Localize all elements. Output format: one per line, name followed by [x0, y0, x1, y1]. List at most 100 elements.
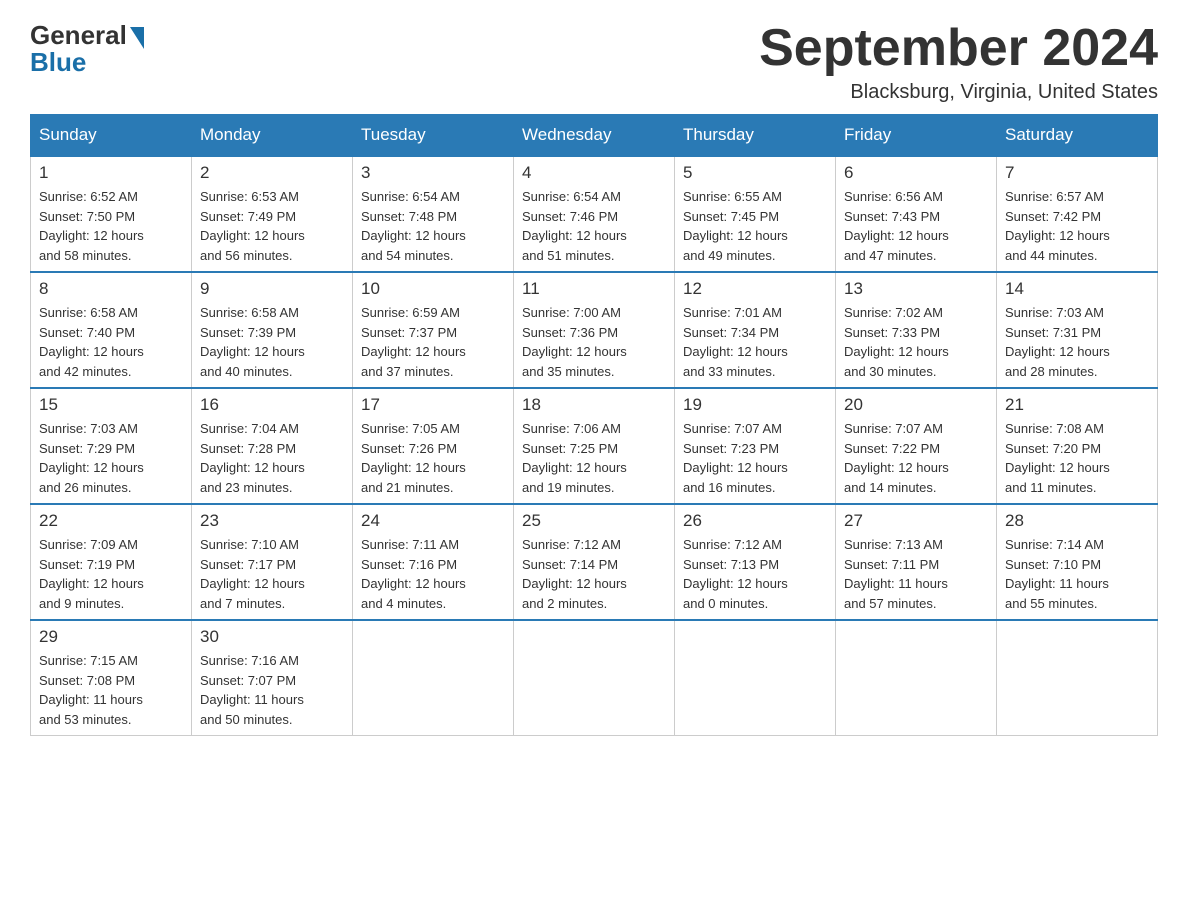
day-number: 6: [844, 163, 988, 183]
calendar-cell: 5 Sunrise: 6:55 AM Sunset: 7:45 PM Dayli…: [675, 156, 836, 272]
day-number: 19: [683, 395, 827, 415]
day-number: 22: [39, 511, 183, 531]
logo: General Blue: [30, 20, 144, 78]
day-info: Sunrise: 7:14 AM Sunset: 7:10 PM Dayligh…: [1005, 535, 1149, 613]
day-number: 27: [844, 511, 988, 531]
location-text: Blacksburg, Virginia, United States: [759, 81, 1158, 104]
calendar-cell: 20 Sunrise: 7:07 AM Sunset: 7:22 PM Dayl…: [836, 388, 997, 504]
logo-blue-text: Blue: [30, 47, 86, 78]
day-number: 21: [1005, 395, 1149, 415]
calendar-cell: 26 Sunrise: 7:12 AM Sunset: 7:13 PM Dayl…: [675, 504, 836, 620]
day-number: 13: [844, 279, 988, 299]
weekday-header-friday: Friday: [836, 115, 997, 157]
day-info: Sunrise: 7:05 AM Sunset: 7:26 PM Dayligh…: [361, 419, 505, 497]
calendar-cell: 27 Sunrise: 7:13 AM Sunset: 7:11 PM Dayl…: [836, 504, 997, 620]
calendar-cell: 30 Sunrise: 7:16 AM Sunset: 7:07 PM Dayl…: [192, 620, 353, 736]
calendar-cell: 17 Sunrise: 7:05 AM Sunset: 7:26 PM Dayl…: [353, 388, 514, 504]
calendar-cell: [836, 620, 997, 736]
day-info: Sunrise: 7:03 AM Sunset: 7:31 PM Dayligh…: [1005, 303, 1149, 381]
day-number: 18: [522, 395, 666, 415]
day-number: 7: [1005, 163, 1149, 183]
day-info: Sunrise: 6:58 AM Sunset: 7:39 PM Dayligh…: [200, 303, 344, 381]
week-row-5: 29 Sunrise: 7:15 AM Sunset: 7:08 PM Dayl…: [31, 620, 1158, 736]
day-number: 10: [361, 279, 505, 299]
calendar-table: SundayMondayTuesdayWednesdayThursdayFrid…: [30, 114, 1158, 736]
calendar-cell: 16 Sunrise: 7:04 AM Sunset: 7:28 PM Dayl…: [192, 388, 353, 504]
day-info: Sunrise: 7:12 AM Sunset: 7:14 PM Dayligh…: [522, 535, 666, 613]
day-number: 5: [683, 163, 827, 183]
week-row-1: 1 Sunrise: 6:52 AM Sunset: 7:50 PM Dayli…: [31, 156, 1158, 272]
day-number: 17: [361, 395, 505, 415]
calendar-cell: 2 Sunrise: 6:53 AM Sunset: 7:49 PM Dayli…: [192, 156, 353, 272]
day-number: 9: [200, 279, 344, 299]
calendar-cell: 24 Sunrise: 7:11 AM Sunset: 7:16 PM Dayl…: [353, 504, 514, 620]
calendar-cell: 25 Sunrise: 7:12 AM Sunset: 7:14 PM Dayl…: [514, 504, 675, 620]
day-info: Sunrise: 7:07 AM Sunset: 7:22 PM Dayligh…: [844, 419, 988, 497]
calendar-cell: 1 Sunrise: 6:52 AM Sunset: 7:50 PM Dayli…: [31, 156, 192, 272]
day-info: Sunrise: 7:06 AM Sunset: 7:25 PM Dayligh…: [522, 419, 666, 497]
day-info: Sunrise: 7:13 AM Sunset: 7:11 PM Dayligh…: [844, 535, 988, 613]
calendar-cell: 22 Sunrise: 7:09 AM Sunset: 7:19 PM Dayl…: [31, 504, 192, 620]
day-number: 15: [39, 395, 183, 415]
calendar-cell: 28 Sunrise: 7:14 AM Sunset: 7:10 PM Dayl…: [997, 504, 1158, 620]
calendar-cell: 21 Sunrise: 7:08 AM Sunset: 7:20 PM Dayl…: [997, 388, 1158, 504]
day-number: 1: [39, 163, 183, 183]
week-row-3: 15 Sunrise: 7:03 AM Sunset: 7:29 PM Dayl…: [31, 388, 1158, 504]
calendar-cell: [514, 620, 675, 736]
calendar-cell: 7 Sunrise: 6:57 AM Sunset: 7:42 PM Dayli…: [997, 156, 1158, 272]
calendar-cell: 14 Sunrise: 7:03 AM Sunset: 7:31 PM Dayl…: [997, 272, 1158, 388]
day-number: 29: [39, 627, 183, 647]
day-number: 24: [361, 511, 505, 531]
day-number: 23: [200, 511, 344, 531]
day-info: Sunrise: 6:59 AM Sunset: 7:37 PM Dayligh…: [361, 303, 505, 381]
week-row-4: 22 Sunrise: 7:09 AM Sunset: 7:19 PM Dayl…: [31, 504, 1158, 620]
day-info: Sunrise: 7:09 AM Sunset: 7:19 PM Dayligh…: [39, 535, 183, 613]
calendar-cell: 15 Sunrise: 7:03 AM Sunset: 7:29 PM Dayl…: [31, 388, 192, 504]
calendar-cell: 29 Sunrise: 7:15 AM Sunset: 7:08 PM Dayl…: [31, 620, 192, 736]
day-number: 3: [361, 163, 505, 183]
weekday-header-thursday: Thursday: [675, 115, 836, 157]
calendar-cell: [675, 620, 836, 736]
day-info: Sunrise: 6:56 AM Sunset: 7:43 PM Dayligh…: [844, 187, 988, 265]
day-info: Sunrise: 6:53 AM Sunset: 7:49 PM Dayligh…: [200, 187, 344, 265]
day-info: Sunrise: 7:00 AM Sunset: 7:36 PM Dayligh…: [522, 303, 666, 381]
day-info: Sunrise: 7:16 AM Sunset: 7:07 PM Dayligh…: [200, 651, 344, 729]
weekday-header-row: SundayMondayTuesdayWednesdayThursdayFrid…: [31, 115, 1158, 157]
calendar-cell: 23 Sunrise: 7:10 AM Sunset: 7:17 PM Dayl…: [192, 504, 353, 620]
day-number: 20: [844, 395, 988, 415]
day-number: 14: [1005, 279, 1149, 299]
day-number: 12: [683, 279, 827, 299]
weekday-header-tuesday: Tuesday: [353, 115, 514, 157]
day-info: Sunrise: 7:12 AM Sunset: 7:13 PM Dayligh…: [683, 535, 827, 613]
day-info: Sunrise: 6:57 AM Sunset: 7:42 PM Dayligh…: [1005, 187, 1149, 265]
day-number: 4: [522, 163, 666, 183]
day-info: Sunrise: 7:03 AM Sunset: 7:29 PM Dayligh…: [39, 419, 183, 497]
calendar-cell: [353, 620, 514, 736]
calendar-cell: 9 Sunrise: 6:58 AM Sunset: 7:39 PM Dayli…: [192, 272, 353, 388]
calendar-cell: 10 Sunrise: 6:59 AM Sunset: 7:37 PM Dayl…: [353, 272, 514, 388]
day-number: 2: [200, 163, 344, 183]
calendar-cell: 11 Sunrise: 7:00 AM Sunset: 7:36 PM Dayl…: [514, 272, 675, 388]
weekday-header-saturday: Saturday: [997, 115, 1158, 157]
day-info: Sunrise: 6:54 AM Sunset: 7:46 PM Dayligh…: [522, 187, 666, 265]
weekday-header-sunday: Sunday: [31, 115, 192, 157]
calendar-cell: 13 Sunrise: 7:02 AM Sunset: 7:33 PM Dayl…: [836, 272, 997, 388]
weekday-header-wednesday: Wednesday: [514, 115, 675, 157]
day-number: 26: [683, 511, 827, 531]
day-number: 30: [200, 627, 344, 647]
calendar-cell: 18 Sunrise: 7:06 AM Sunset: 7:25 PM Dayl…: [514, 388, 675, 504]
title-section: September 2024 Blacksburg, Virginia, Uni…: [759, 20, 1158, 104]
day-number: 28: [1005, 511, 1149, 531]
calendar-cell: 3 Sunrise: 6:54 AM Sunset: 7:48 PM Dayli…: [353, 156, 514, 272]
calendar-cell: [997, 620, 1158, 736]
week-row-2: 8 Sunrise: 6:58 AM Sunset: 7:40 PM Dayli…: [31, 272, 1158, 388]
day-info: Sunrise: 7:01 AM Sunset: 7:34 PM Dayligh…: [683, 303, 827, 381]
day-info: Sunrise: 6:52 AM Sunset: 7:50 PM Dayligh…: [39, 187, 183, 265]
weekday-header-monday: Monday: [192, 115, 353, 157]
day-number: 25: [522, 511, 666, 531]
month-title: September 2024: [759, 20, 1158, 77]
day-info: Sunrise: 7:10 AM Sunset: 7:17 PM Dayligh…: [200, 535, 344, 613]
day-info: Sunrise: 7:15 AM Sunset: 7:08 PM Dayligh…: [39, 651, 183, 729]
calendar-cell: 19 Sunrise: 7:07 AM Sunset: 7:23 PM Dayl…: [675, 388, 836, 504]
day-info: Sunrise: 6:54 AM Sunset: 7:48 PM Dayligh…: [361, 187, 505, 265]
